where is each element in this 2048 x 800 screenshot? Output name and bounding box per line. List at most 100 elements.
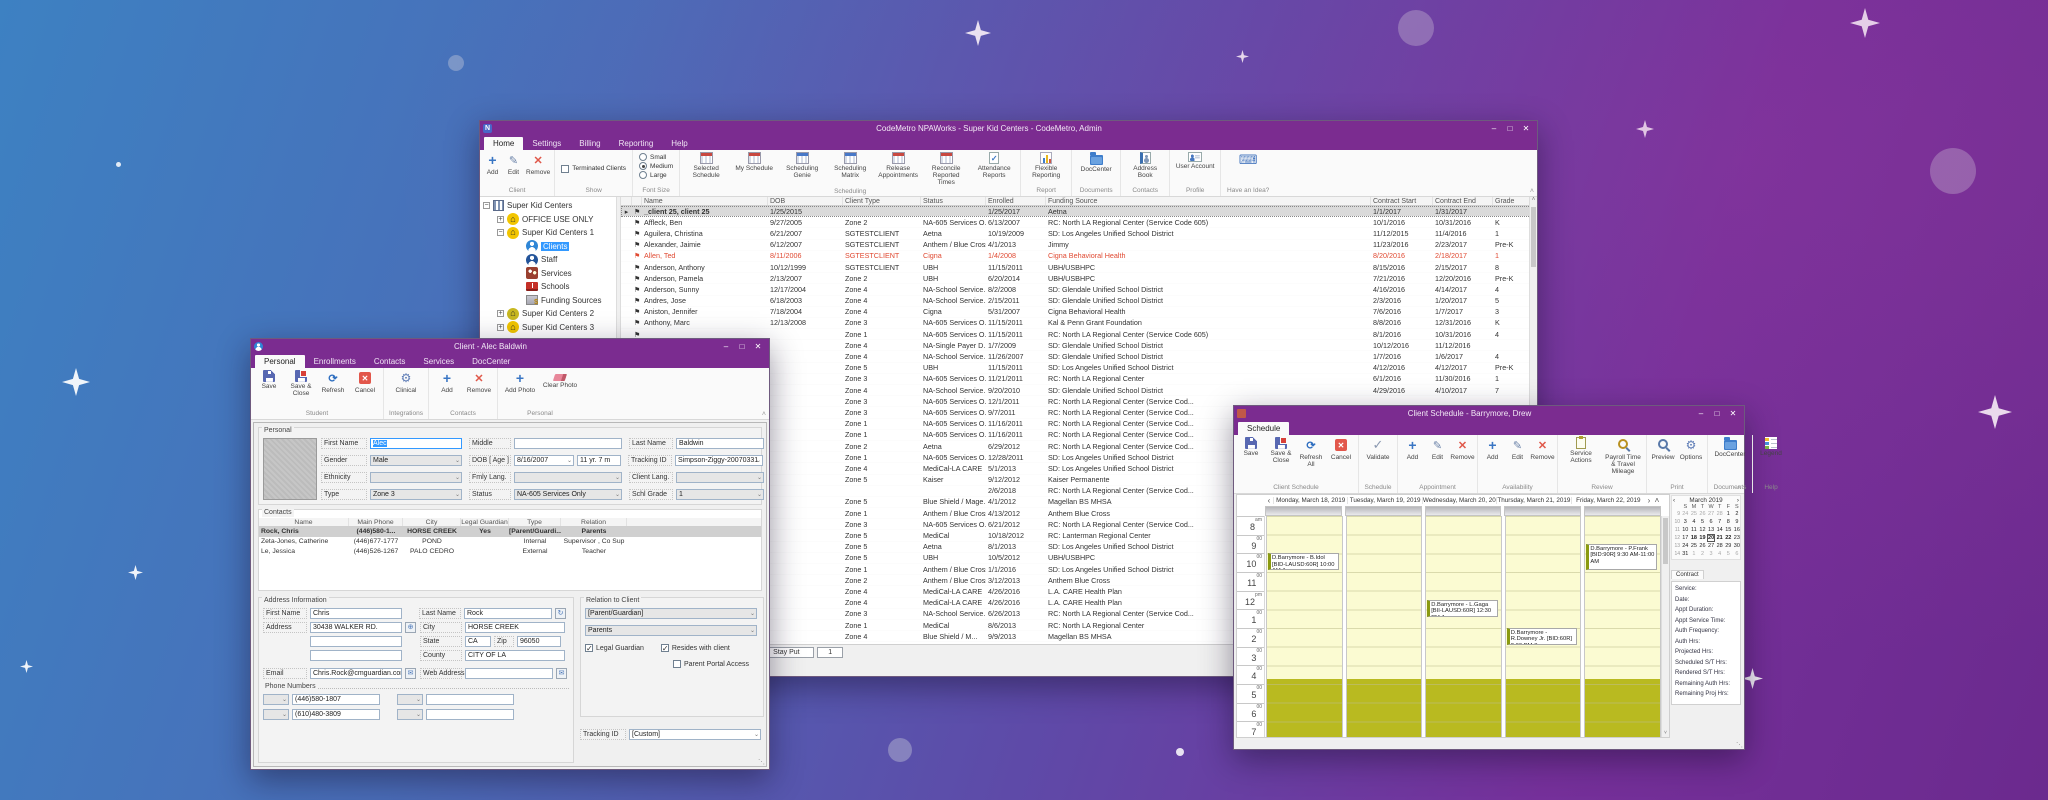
close-button[interactable]: ✕ [1725,407,1741,420]
refresh-button[interactable]: Refresh [317,369,349,395]
resides-with-client-checkbox[interactable]: ✓ [661,644,669,652]
table-row[interactable]: ⚑ Aniston, Jennifer 7/18/2004 Zone 4 Cig… [621,307,1537,318]
table-row[interactable]: ⚑ Anderson, Pamela 2/13/2007 Zone 2 UBH … [621,273,1537,284]
mini-calendar-day[interactable]: 31 [1681,550,1690,558]
column-header-contract-start[interactable]: Contract Start [1371,197,1433,205]
table-row[interactable]: ⚑ Alexander, Jaimie 6/12/2007 SGTESTCLIE… [621,240,1537,251]
maximize-button[interactable]: □ [734,340,750,353]
clinical-button[interactable]: Clinical [386,369,426,395]
minimize-button[interactable]: – [718,340,734,353]
last-name-field[interactable]: Baldwin [676,438,764,449]
column-header-status[interactable]: Status [921,197,986,205]
font-small-radio[interactable] [639,153,647,161]
day-header[interactable]: Wednesday, March 20, 2019 [1422,497,1496,504]
mini-calendar-day[interactable]: 5 [1698,518,1707,526]
release-appointments-button[interactable]: Release Appointments [874,151,922,180]
address-book-button[interactable]: Address Book [1123,151,1167,180]
terminated-clients-checkbox[interactable] [561,165,569,173]
tree-expand-toggle[interactable]: − [483,202,490,209]
parent-portal-access-checkbox[interactable] [673,660,681,668]
phone2-field[interactable]: (610)480-3809 [292,709,380,720]
mini-calendar-day[interactable]: 7 [1715,518,1724,526]
font-medium-radio[interactable] [639,162,647,170]
payroll-time-travel-mileage-button[interactable]: Payroll Time & Travel Mileage [1602,436,1644,476]
day-column-thursday[interactable]: D.Barrymore - R.Downey Jr. [BID:60R] 2:0… [1505,516,1582,737]
mini-calendar-day[interactable]: 6 [1707,518,1716,526]
scroll-up-icon[interactable]: ˄ [1532,197,1536,203]
mini-calendar-day[interactable]: 1 [1724,510,1733,518]
contacts-column-relation[interactable]: Relation [561,518,627,526]
mini-calendar-day[interactable]: 9 [1733,518,1742,526]
appointment[interactable]: D.Barrymore - L.Gaga [BII-LAUSD:60R] 12:… [1427,600,1498,617]
mini-calendar-day[interactable]: 19 [1698,534,1707,542]
address2-field[interactable] [310,636,402,647]
county-field[interactable]: CITY OF LA [465,650,565,661]
have-an-idea-button[interactable] [1223,151,1273,170]
remove-appointment-button[interactable]: Remove [1450,436,1475,462]
open-web-icon[interactable]: ✉ [556,668,567,679]
mini-calendar-day[interactable]: 11 [1690,526,1699,534]
save-close-button[interactable]: Save & Close [1266,436,1296,465]
phone3-field[interactable] [426,694,514,705]
mini-calendar-day[interactable]: 3 [1707,550,1716,558]
save-button[interactable]: Save [253,369,285,391]
scheduling-genie-button[interactable]: Scheduling Genie [778,151,826,180]
mini-calendar-day[interactable]: 16 [1733,526,1742,534]
resize-grip[interactable]: ⋱ [1736,741,1743,749]
tracking-id-bottom-select[interactable]: [Custom] [629,729,761,740]
phone3-type-select[interactable] [397,694,423,705]
state-field[interactable]: CA [465,636,491,647]
tree-item-clients[interactable]: Clients [480,240,616,254]
doccenter-button[interactable]: DocCenter [1074,151,1118,174]
contact-row[interactable]: Le, Jessica (446)526-1267 PALO CEDRO Ext… [259,547,761,557]
validate-button[interactable]: Validate [1361,436,1395,462]
relation-type-select[interactable]: [Parent/Guardian] [585,608,757,619]
mini-calendar-day[interactable]: 27 [1707,542,1716,550]
mini-calendar-day[interactable]: 14 [1715,526,1724,534]
mini-calendar-day[interactable]: 22 [1724,534,1733,542]
first-name-field[interactable]: Alec [370,438,462,449]
reconcile-reported-times-button[interactable]: Reconcile Reported Times [922,151,970,187]
phone1-field[interactable]: (446)580-1807 [292,694,380,705]
table-row[interactable]: ⚑ Anthony, Marc 12/13/2008 Zone 3 NA-605… [621,318,1537,329]
column-header-funding-source[interactable]: Funding Source [1046,197,1371,205]
appointment[interactable]: D.Barrymore - P.Frank [BID:90R] 9:30 AM-… [1586,544,1657,570]
tree-item-staff[interactable]: Staff [480,253,616,267]
contacts-column-name[interactable]: Name [259,518,349,526]
tab-contacts[interactable]: Contacts [365,355,415,368]
phone4-type-select[interactable] [397,709,423,720]
calendar-next-icon[interactable]: › [1645,496,1653,505]
mini-calendar-day[interactable]: 28 [1715,510,1724,518]
mini-calendar-day[interactable]: 10 [1681,526,1690,534]
add-contact-button[interactable]: Add [431,369,463,395]
contacts-column-city[interactable]: City [403,518,461,526]
doccenter-button[interactable]: DocCenter [1710,436,1750,459]
tree-item-super-kid-centers[interactable]: − Super Kid Centers [480,199,616,213]
appointment[interactable]: D.Barrymore - R.Downey Jr. [BID:60R] 2:0… [1507,628,1578,645]
tab-services[interactable]: Services [414,355,463,368]
day-header[interactable]: Tuesday, March 19, 2019 [1347,497,1421,504]
appointment[interactable]: D.Barrymore - B.Idol [BID-LAUSD:60R] 10:… [1268,553,1339,570]
tree-item-office-use-only[interactable]: + OFFICE USE ONLY [480,213,616,227]
contact-row[interactable]: Rock, Chris (446)580-1... HORSE CREEK Ye… [259,527,761,537]
tree-item-funding-sources[interactable]: Funding Sources [480,294,616,308]
address-field[interactable]: 30438 WALKER RD. [310,622,402,633]
minimize-button[interactable]: – [1693,407,1709,420]
column-header-client-type[interactable]: Client Type [843,197,921,205]
resize-grip[interactable]: ⋱ [758,758,765,766]
client-language-select[interactable] [676,472,764,483]
guardian-first-name-field[interactable]: Chris [310,608,402,619]
cancel-button[interactable]: Cancel [1326,436,1356,462]
user-account-button[interactable]: User Account [1172,151,1218,171]
day-column-tuesday[interactable] [1346,516,1423,737]
my-schedule-button[interactable]: My Schedule [730,151,778,173]
selected-schedule-button[interactable]: Selected Schedule [682,151,730,180]
tree-item-super-kid-centers-1[interactable]: − Super Kid Centers 1 [480,226,616,240]
remove-contact-button[interactable]: Remove [463,369,495,395]
table-row[interactable]: ▸ ⚑ _client 25, client 25 1/25/2015 1/25… [621,206,1537,217]
maximize-button[interactable]: □ [1502,122,1518,135]
column-header-dob[interactable]: DOB [768,197,843,205]
contact-row[interactable]: Zeta-Jones, Catherine (446)677-1777 POND… [259,537,761,547]
cancel-button[interactable]: Cancel [349,369,381,395]
status-select[interactable]: NA-605 Services Only [514,489,622,500]
